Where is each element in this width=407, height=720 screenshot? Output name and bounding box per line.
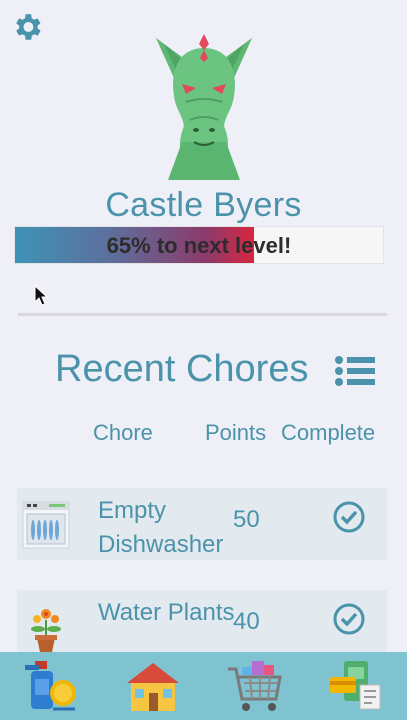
- list-icon[interactable]: [334, 354, 376, 388]
- chore-points: 40: [233, 608, 260, 635]
- chore-row[interactable]: Empty Dishwasher 50: [17, 488, 387, 560]
- column-header-complete: Complete: [281, 420, 376, 445]
- bottom-nav: [0, 652, 407, 720]
- check-circle-icon[interactable]: [332, 602, 366, 636]
- spray-bottle-coin-icon: [24, 661, 76, 711]
- nav-rewards[interactable]: [323, 656, 389, 716]
- nav-home[interactable]: [120, 656, 186, 716]
- dragon-mascot: [156, 34, 252, 180]
- chore-name: Water Plants: [98, 599, 235, 626]
- house-icon: [126, 663, 179, 711]
- username: Castle Byers: [105, 186, 302, 224]
- money-cards-icon: [330, 661, 381, 710]
- nav-shop[interactable]: [221, 656, 287, 716]
- progress-label: 65% to next level!: [106, 233, 292, 258]
- chore-points: 50: [233, 506, 260, 533]
- column-header-points: Points: [205, 420, 267, 445]
- shopping-cart-icon: [228, 661, 283, 711]
- divider: [18, 313, 387, 316]
- gear-icon[interactable]: [10, 10, 44, 44]
- check-circle-icon[interactable]: [332, 500, 366, 534]
- column-header-chore: Chore: [93, 420, 153, 445]
- mouse-cursor-icon: [34, 285, 48, 306]
- recent-chores-title: Recent Chores: [55, 348, 309, 390]
- dishwasher-icon: [22, 501, 70, 549]
- flower-pot-icon: [31, 609, 61, 652]
- nav-chores[interactable]: [18, 656, 84, 716]
- chore-name: Empty Dishwasher: [98, 497, 224, 558]
- level-progress-bar: 65% to next level!: [14, 226, 384, 264]
